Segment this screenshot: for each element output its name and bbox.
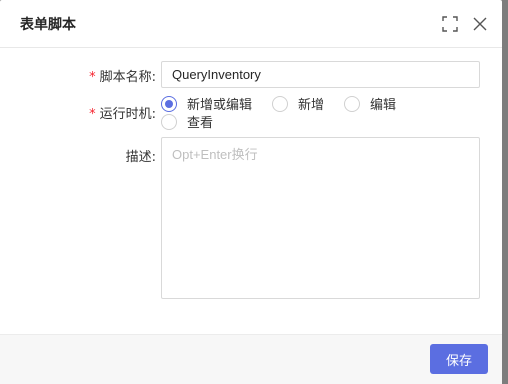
- timing-option-label: 编辑: [370, 98, 397, 113]
- description-label: 描述:: [125, 150, 156, 165]
- radio-unchecked-icon[interactable]: [344, 95, 360, 112]
- form-script-dialog: 表单脚本 *脚本名称: *运行时机: 新增或编辑 新增 编辑: [0, 0, 502, 384]
- dialog-title: 表单脚本: [20, 17, 76, 33]
- fullscreen-icon[interactable]: [442, 16, 458, 32]
- required-mark: *: [89, 70, 96, 85]
- timing-option-add-or-edit[interactable]: 新增或编辑: [161, 94, 252, 113]
- timing-option-view[interactable]: 查看: [161, 112, 213, 131]
- timing-option-edit[interactable]: 编辑: [344, 94, 396, 113]
- background-overlay: [502, 0, 508, 384]
- dialog-header: 表单脚本: [0, 0, 502, 48]
- radio-unchecked-icon[interactable]: [161, 113, 177, 130]
- timing-option-add[interactable]: 新增: [272, 94, 324, 113]
- save-button[interactable]: 保存: [430, 344, 488, 374]
- required-mark: *: [89, 107, 96, 122]
- run-timing-label: * 运行时机:: [89, 107, 156, 122]
- timing-option-label: 新增或编辑: [187, 98, 253, 113]
- close-icon[interactable]: [472, 16, 488, 32]
- radio-checked-icon[interactable]: [161, 95, 177, 112]
- radio-unchecked-icon[interactable]: [272, 95, 288, 112]
- timing-option-label: 查看: [187, 116, 214, 131]
- dialog-footer: 保存: [0, 334, 502, 384]
- description-textarea[interactable]: [161, 137, 480, 299]
- script-name-label: * 脚本名称:: [89, 70, 156, 85]
- script-name-input[interactable]: [161, 61, 480, 88]
- timing-option-label: 新增: [298, 98, 325, 113]
